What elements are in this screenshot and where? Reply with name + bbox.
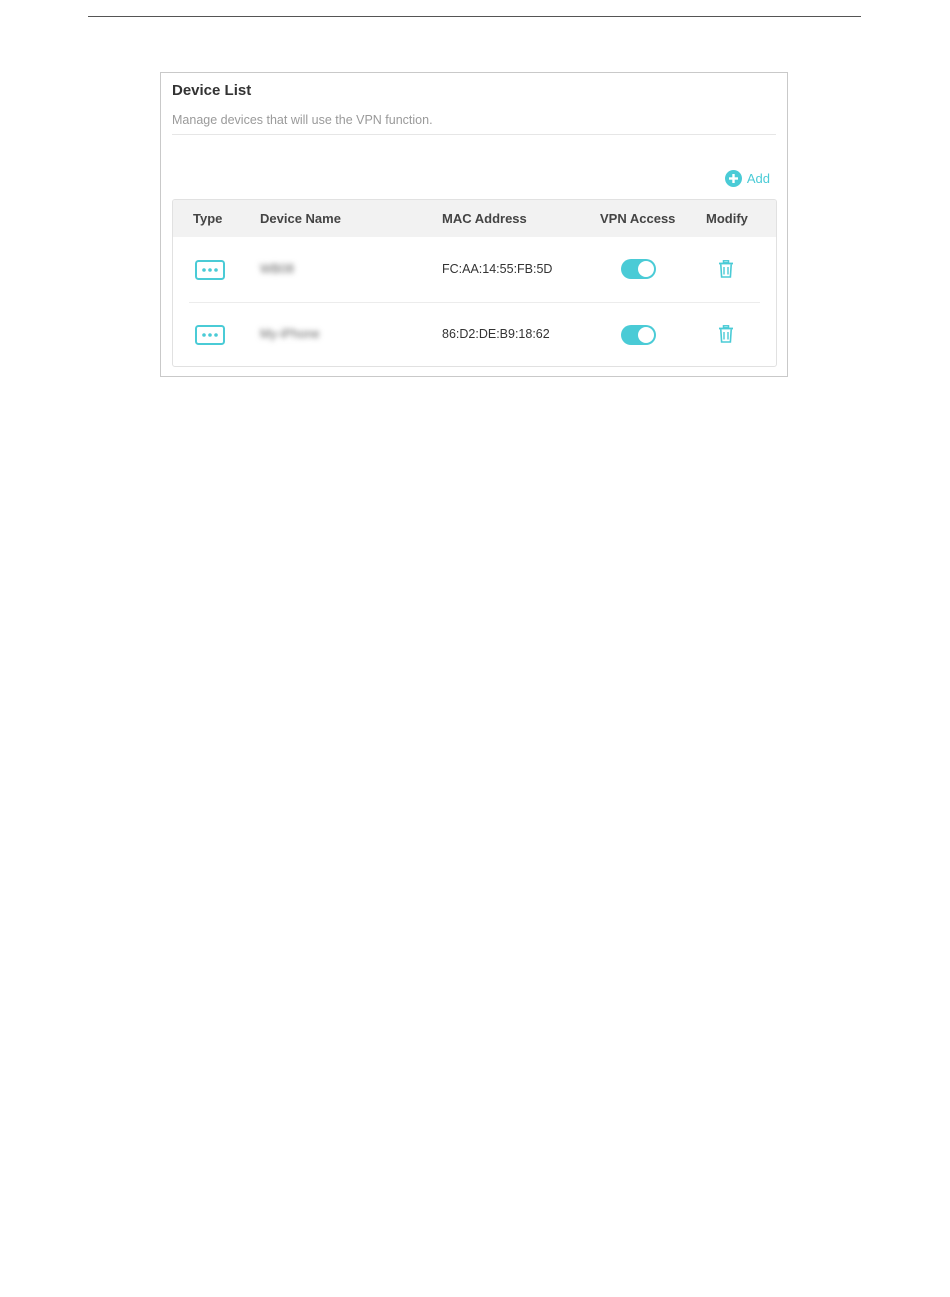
add-button-label: Add [746, 171, 770, 186]
table-row: My-iPhone 86:D2:DE:B9:18:62 [173, 303, 776, 366]
panel-description: Manage devices that will use the VPN fun… [172, 113, 433, 127]
toggle-knob [638, 327, 654, 343]
more-dots-icon [195, 260, 225, 280]
trash-icon[interactable] [718, 260, 734, 278]
column-header-type: Type [193, 211, 223, 226]
device-name: WB08 [260, 262, 295, 276]
add-button[interactable]: Add [724, 170, 770, 187]
more-dots-icon [195, 325, 225, 345]
plus-circle-icon [724, 170, 742, 187]
vpn-access-toggle[interactable] [621, 325, 656, 345]
column-header-mac-address: MAC Address [442, 211, 527, 226]
toggle-knob [638, 261, 654, 277]
column-header-vpn-access: VPN Access [600, 211, 676, 226]
column-header-modify: Modify [706, 211, 748, 226]
device-table: Type Device Name MAC Address VPN Access … [172, 199, 777, 367]
panel-title: Device List [172, 82, 252, 99]
page: Device List Manage devices that will use… [0, 0, 950, 1297]
mac-address: 86:D2:DE:B9:18:62 [442, 327, 550, 341]
device-name: My-iPhone [260, 327, 320, 341]
column-header-device-name: Device Name [260, 211, 341, 226]
header-rule [88, 16, 861, 17]
mac-address: FC:AA:14:55:FB:5D [442, 262, 553, 276]
trash-icon[interactable] [718, 325, 734, 343]
vpn-access-toggle[interactable] [621, 259, 656, 279]
panel-divider [172, 134, 776, 135]
device-list-panel: Device List Manage devices that will use… [160, 72, 788, 377]
table-header: Type Device Name MAC Address VPN Access … [173, 200, 776, 237]
table-row: WB08 FC:AA:14:55:FB:5D [173, 237, 776, 302]
